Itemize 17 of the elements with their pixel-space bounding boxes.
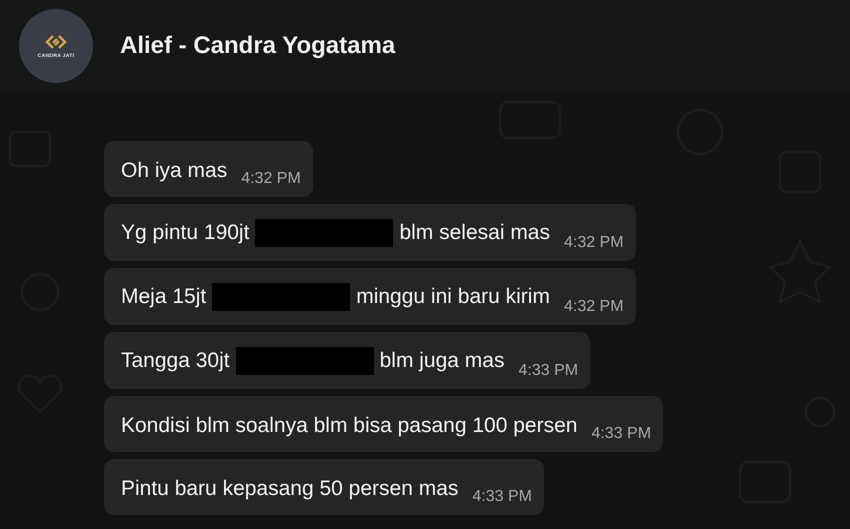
message-text: Kondisi blm soalnya blm bisa pasang 100 persen [121,414,578,438]
message-text: Yg pintu 190jt [121,221,250,245]
message-text: blm selesai mas [399,221,550,245]
message-text: Tangga 30jt [121,349,230,373]
message-text: blm juga mas [380,349,504,373]
chat-title: Alief - Candra Yogatama [120,32,396,60]
message-text: Pintu baru kepasang 50 persen mas [121,477,458,501]
message-time: 4:32 PM [564,234,624,252]
message-time: 4:33 PM [518,362,578,380]
message-time: 4:32 PM [241,170,301,188]
message-time: 4:33 PM [472,488,532,506]
message-time: 4:32 PM [564,298,624,316]
message-text: Oh iya mas [121,159,228,183]
message-time: 4:33 PM [591,425,652,443]
message-text: minggu ini baru kirim [356,285,550,309]
logo-icon [44,34,68,50]
message-text: Meja 15jt [121,285,206,309]
